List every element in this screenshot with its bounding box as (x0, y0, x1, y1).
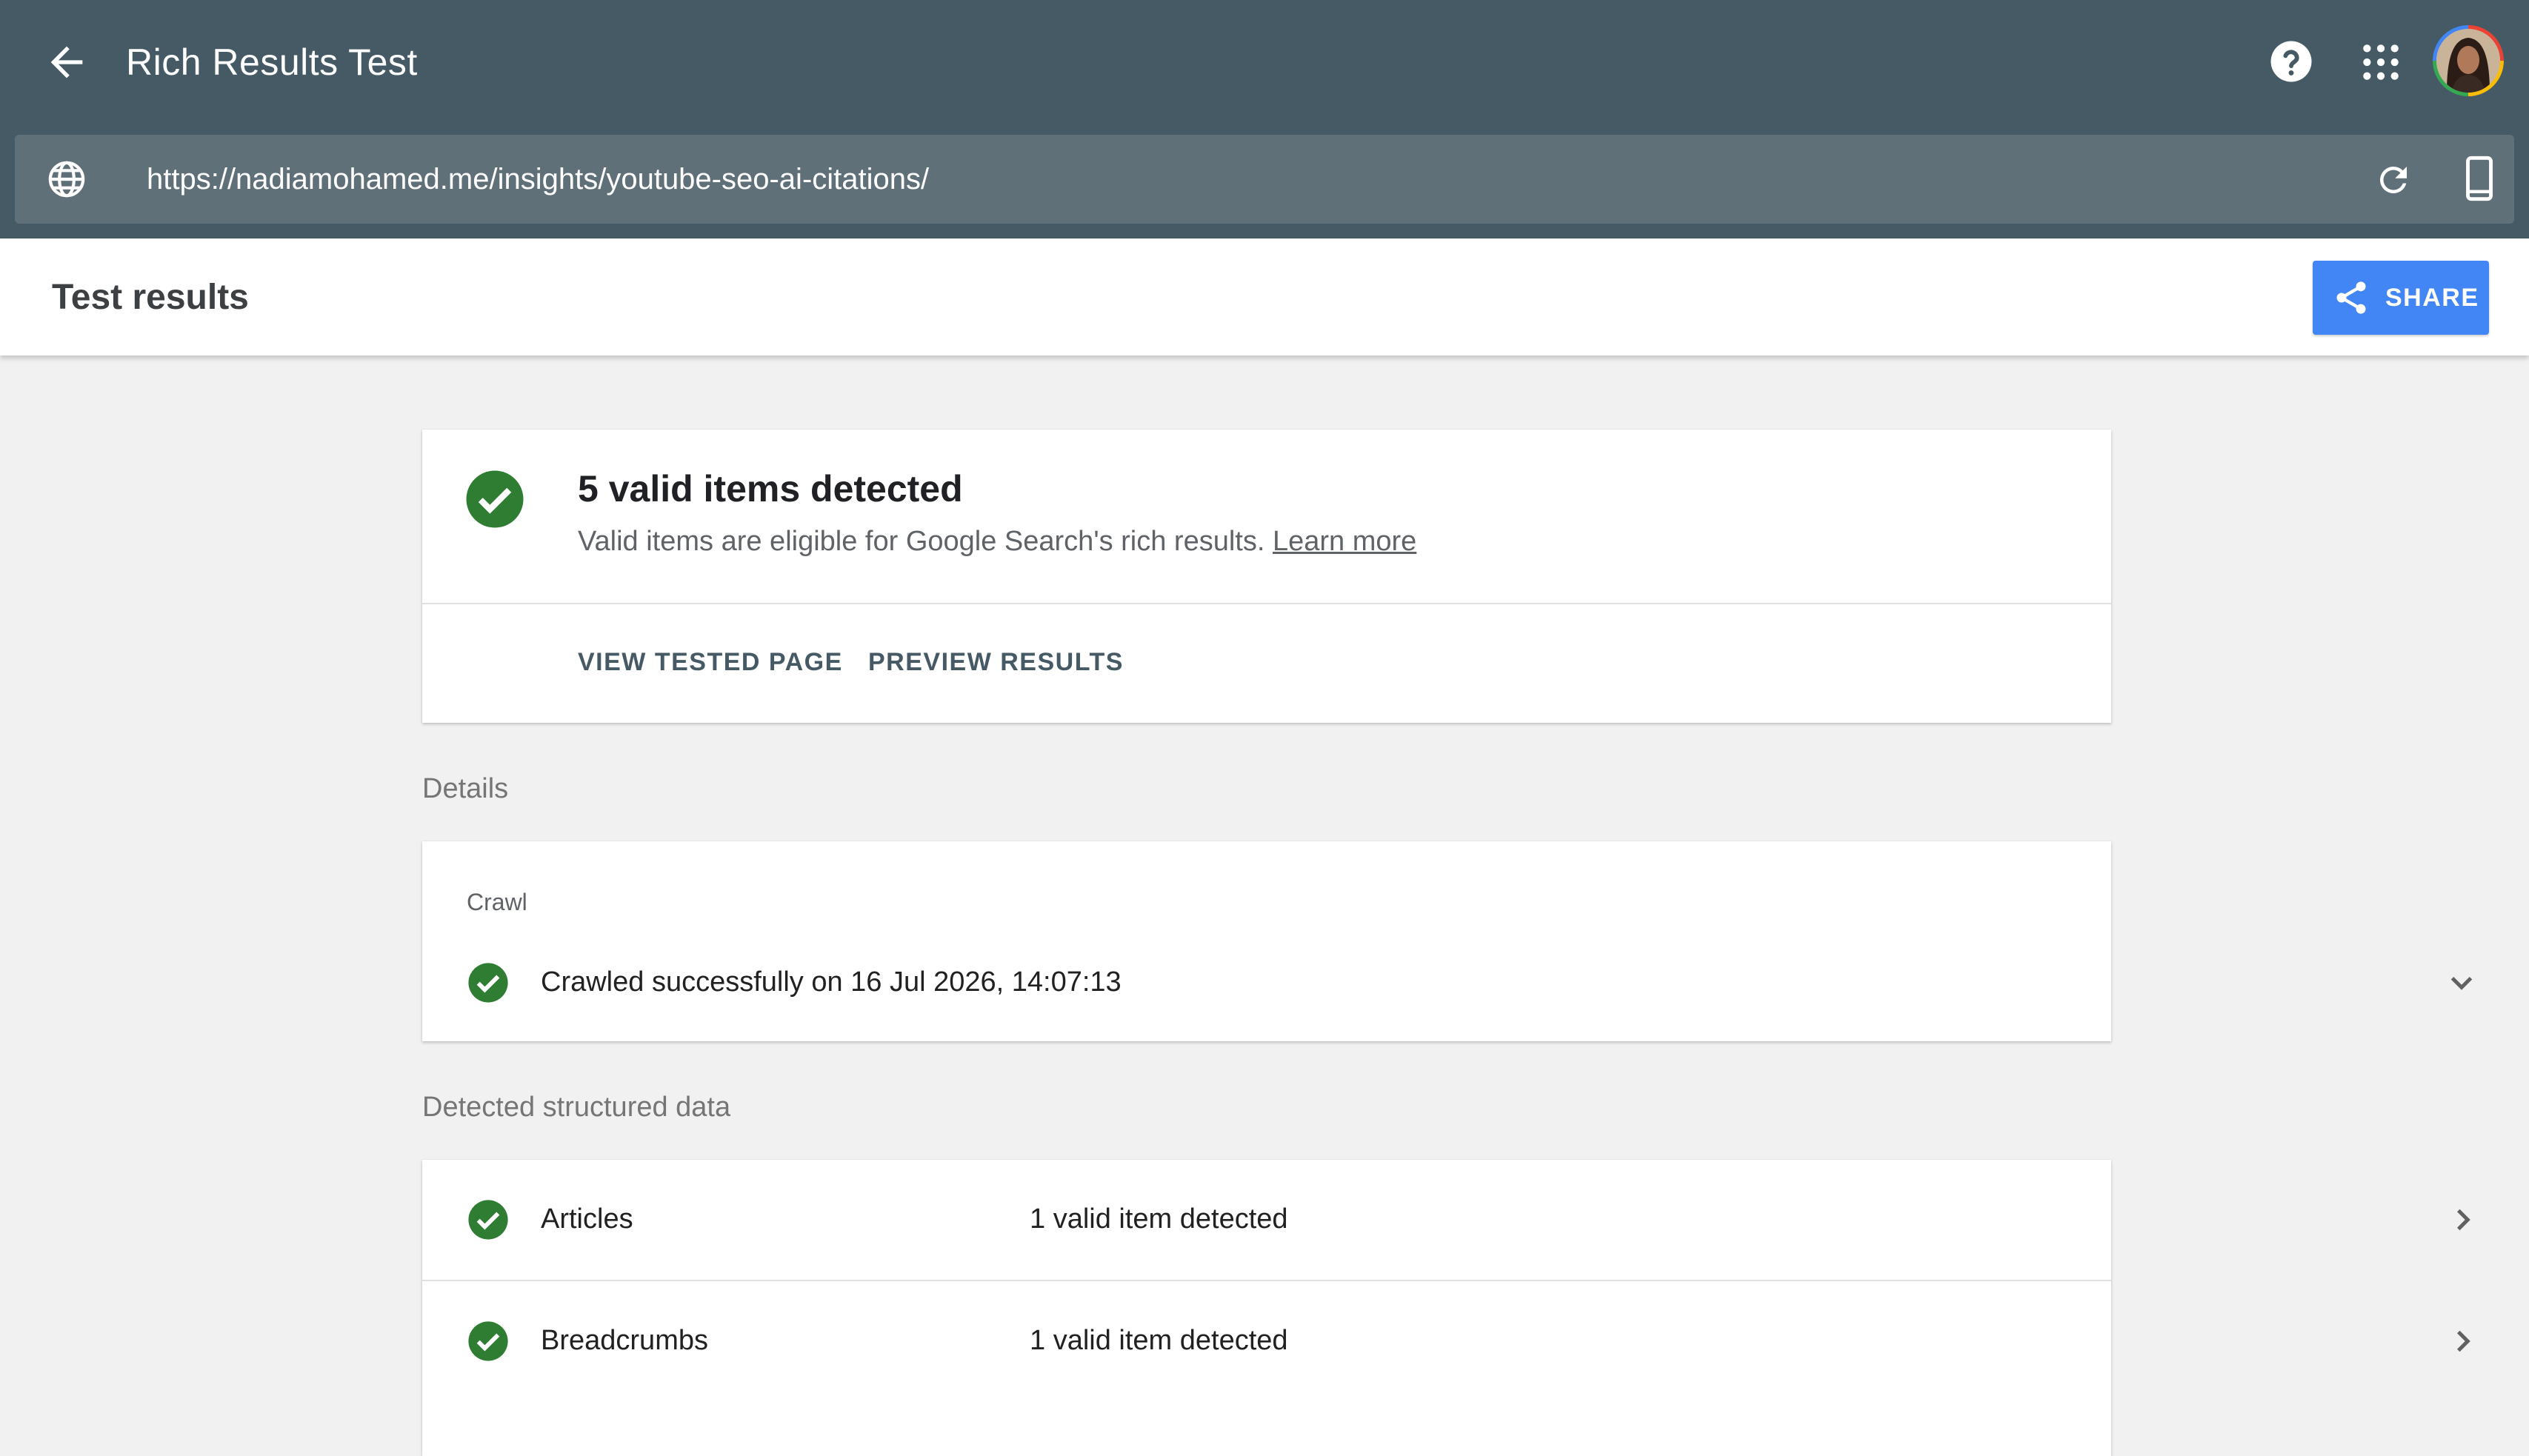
share-icon (2336, 281, 2366, 314)
structured-data-status: 1 valid item detected (1030, 1203, 1288, 1235)
app-header: Rich Results Test (0, 0, 2529, 238)
crawl-status: Crawled successfully on 16 Jul 2026, 14:… (541, 966, 1122, 998)
check-circle-icon (468, 1321, 508, 1361)
structured-data-row-articles[interactable]: Articles 1 valid item detected (422, 1160, 2470, 1280)
expand-crawl-button[interactable] (2443, 964, 2480, 1001)
summary-card: 5 valid items detected Valid items are e… (422, 430, 2111, 723)
view-tested-page-button[interactable]: VIEW TESTED PAGE (578, 646, 843, 678)
preview-results-button[interactable]: PREVIEW RESULTS (868, 646, 1124, 678)
check-circle-icon (466, 470, 524, 528)
google-apps-button[interactable] (2360, 41, 2402, 83)
globe-icon (46, 158, 87, 200)
url-bar (15, 135, 2514, 224)
structured-data-name: Breadcrumbs (541, 1325, 708, 1356)
crawl-label: Crawl (467, 889, 527, 915)
title-row: Rich Results Test (0, 0, 2529, 124)
summary-title: 5 valid items detected (578, 468, 963, 510)
url-input[interactable] (147, 157, 2221, 201)
refresh-icon (2379, 166, 2407, 193)
chevron-right-icon (2456, 1209, 2470, 1231)
chevron-down-icon (2450, 976, 2473, 990)
check-circle-icon (468, 1200, 508, 1240)
structured-data-status: 1 valid item detected (1030, 1325, 1288, 1356)
crawl-card: Crawl Crawled successfully on 16 Jul 202… (422, 841, 2473, 1041)
arrow-back-icon (50, 46, 83, 79)
learn-more-link[interactable]: Learn more (1273, 526, 1416, 557)
structured-data-row-breadcrumbs[interactable]: Breadcrumbs 1 valid item detected (422, 1280, 2470, 1401)
help-button[interactable] (2267, 37, 2316, 86)
app-title: Rich Results Test (126, 41, 418, 83)
summary-description: Valid items are eligible for Google Sear… (578, 523, 1416, 560)
details-section-label: Details (422, 773, 509, 804)
apps-grid-icon (2363, 44, 2399, 80)
help-circle-icon (2270, 41, 2312, 82)
device-toggle-button[interactable] (2459, 156, 2499, 201)
structured-data-name: Articles (541, 1203, 633, 1235)
smartphone-icon (2466, 156, 2493, 201)
results-header: Test results SHARE (0, 238, 2529, 355)
chevron-right-icon (2456, 1330, 2470, 1352)
retest-button[interactable] (2373, 160, 2413, 200)
profile-photo (2436, 29, 2500, 93)
summary-description-text: Valid items are eligible for Google Sear… (578, 526, 1265, 557)
share-label: SHARE (2385, 284, 2479, 312)
page-title: Test results (52, 278, 249, 317)
share-button[interactable]: SHARE (2313, 261, 2489, 335)
structured-data-card: Articles 1 valid item detected Breadcrum… (422, 1160, 2470, 1456)
back-button[interactable] (43, 39, 90, 86)
check-circle-icon (468, 963, 508, 1003)
structured-data-section-label: Detected structured data (422, 1092, 731, 1123)
divider (422, 603, 2111, 604)
account-avatar[interactable] (2433, 25, 2504, 96)
